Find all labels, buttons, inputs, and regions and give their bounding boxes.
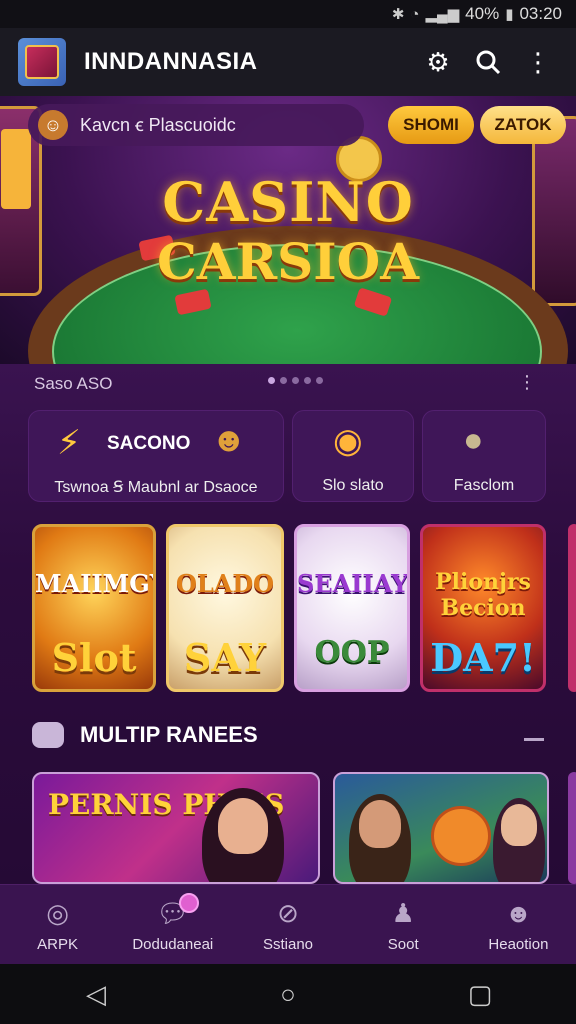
section-title: Saso ASO — [34, 374, 113, 393]
nav-item-sstiano[interactable]: ⊘ Sstiano — [230, 885, 345, 964]
home-icon: ◎ — [46, 897, 69, 928]
person-icon: ♟ — [391, 897, 415, 928]
game-title: SEAIIAY — [297, 569, 409, 598]
nav-label: Dodudaneai — [132, 936, 214, 953]
carousel-dot[interactable] — [280, 377, 287, 384]
game-subtitle: OOP — [314, 635, 390, 670]
carousel-dot[interactable] — [316, 377, 323, 384]
nav-item-arpk[interactable]: ◎ ARPK — [0, 885, 115, 964]
avatar-icon: ☺ — [38, 110, 68, 140]
player-face — [359, 800, 401, 848]
app-logo[interactable] — [18, 38, 66, 86]
game-subtitle: Slot — [51, 635, 137, 680]
notification-badge — [179, 893, 200, 913]
search-icon[interactable] — [468, 42, 508, 82]
settings-icon[interactable]: ⚙ — [418, 42, 458, 82]
home-button-icon[interactable]: ○ — [263, 974, 313, 1014]
game-title: OLADO — [175, 569, 275, 598]
bluetooth-icon: ✱ — [391, 6, 405, 23]
category-label: Fasclom — [453, 477, 515, 494]
recents-icon[interactable]: ▢ — [455, 974, 505, 1014]
system-navigation-bar: ◁ ○ ▢ — [0, 964, 576, 1024]
carousel-dot[interactable] — [304, 377, 311, 384]
game-title: MAIIMGY — [35, 569, 156, 598]
collapse-icon[interactable] — [524, 738, 544, 741]
clock: 03:20 — [519, 4, 562, 23]
account-icon: ☻ — [504, 897, 533, 928]
back-icon[interactable]: ◁ — [71, 974, 121, 1014]
signal-icon: ▂▄▆ — [425, 6, 460, 23]
bottom-navigation: ◎ ARPK 💬︎ Dodudaneai ⊘ Sstiano ♟ Soot ☻ … — [0, 884, 576, 964]
game-tile[interactable]: OLADO SAY — [166, 524, 284, 692]
nav-label: Heaotion — [488, 936, 549, 953]
category-card[interactable]: ⚡ SACONO ☻ Tswnoa Ꞩ Maubnl ar Dsaoce — [28, 410, 284, 502]
multiplayer-banner[interactable] — [333, 772, 549, 884]
game-subtitle: DA7! — [430, 635, 536, 680]
mask-icon: ☻ — [211, 421, 247, 459]
hero-subtitle: CARSIOA — [157, 232, 419, 291]
category-title: SACONO — [107, 433, 191, 454]
lightning-icon: ⚡ — [57, 424, 81, 462]
carousel-dot[interactable] — [268, 377, 275, 384]
section-header: Saso ASO — [0, 364, 576, 404]
battery-icon: ▮ — [505, 6, 514, 23]
compass-icon: ⊘ — [277, 897, 299, 928]
chat-bubble-icon — [32, 722, 64, 748]
wifi-icon: ◔ — [410, 5, 420, 23]
zatok-button[interactable]: ZATOK — [480, 106, 566, 144]
category-label: Tswnoa Ꞩ Maubnl ar Dsaoce — [54, 479, 258, 496]
roulette-image — [431, 806, 491, 866]
game-title: Plionjrs Becion — [435, 569, 531, 621]
carousel-dot[interactable] — [292, 377, 299, 384]
game-subtitle: SAY — [183, 635, 267, 680]
multiplayer-banner[interactable]: PERNIS PHIES — [32, 772, 320, 884]
multiplayer-banner-partial[interactable] — [568, 772, 576, 884]
multiplayer-title: MULTIP RANEES — [80, 722, 258, 747]
carousel-indicator[interactable] — [268, 377, 323, 384]
nav-label: ARPK — [37, 936, 79, 953]
nav-item-heaotion[interactable]: ☻ Heaotion — [461, 885, 576, 964]
nav-item-dodudaneai[interactable]: 💬︎ Dodudaneai — [115, 885, 230, 964]
more-icon[interactable]: ⋮ — [518, 42, 558, 82]
status-bar: ✱ ◔ ▂▄▆ 40% ▮ 03:20 — [0, 0, 576, 28]
nav-label: Sstiano — [262, 936, 314, 953]
app-title: INNDANNASIA — [84, 48, 258, 75]
nav-item-soot[interactable]: ♟ Soot — [346, 885, 461, 964]
game-tile-partial[interactable] — [568, 524, 576, 692]
category-label: Slo slato — [322, 477, 384, 494]
section-more-button[interactable]: ⋮ — [518, 372, 536, 393]
multiplayer-header: MULTIP RANEES — [32, 722, 258, 748]
game-tile[interactable]: Plionjrs Becion DA7! — [420, 524, 546, 692]
category-card[interactable]: ● Fasclom — [422, 410, 546, 502]
promo-text: Kavcn ꞓ Plascuoidc — [80, 115, 236, 135]
token-icon: ● — [463, 421, 484, 459]
app-bar: INNDANNASIA ⚙ ⋮ — [0, 28, 576, 96]
shomi-button[interactable]: SHOMI — [388, 106, 474, 144]
game-tile[interactable]: SEAIIAY OOP — [294, 524, 410, 692]
promo-banner[interactable]: ☺ Kavcn ꞓ Plascuoidc — [28, 104, 364, 146]
battery-level: 40% — [465, 4, 500, 23]
nav-label: Soot — [387, 936, 419, 953]
game-tile[interactable]: MAIIMGY Slot — [32, 524, 156, 692]
player-face — [501, 804, 537, 846]
coin-icon: ◉ — [333, 422, 363, 460]
player-face — [218, 798, 268, 854]
category-card[interactable]: ◉ Slo slato — [292, 410, 414, 502]
hero-title: CASINO — [162, 170, 414, 234]
main-content: Saso ASO ⋮ ⚡ SACONO ☻ Tswnoa Ꞩ Maubnl ar… — [0, 364, 576, 884]
